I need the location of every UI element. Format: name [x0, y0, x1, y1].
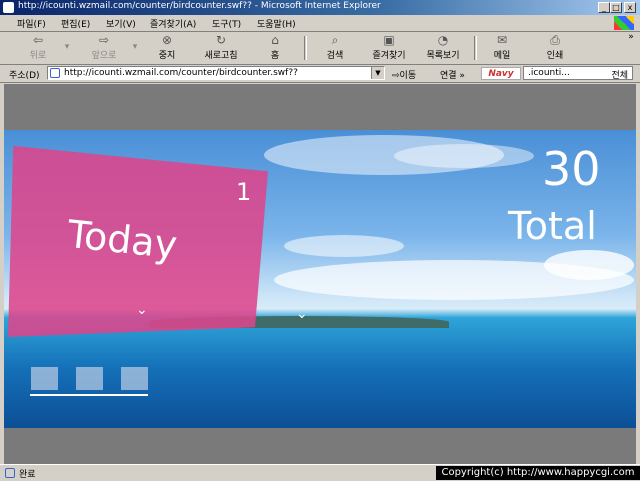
history-button[interactable]: ◔ 목록보기	[421, 34, 465, 62]
search-input-value: .icounti...	[528, 68, 570, 78]
menu-help[interactable]: 도움말(H)	[257, 17, 296, 30]
close-button[interactable]: x	[624, 2, 636, 13]
home-button[interactable]: ⌂ 홈	[262, 34, 288, 62]
forward-label: 앞으로	[91, 51, 117, 61]
back-button[interactable]: ⇦ 뒤로	[22, 34, 54, 62]
back-arrow-icon: ⇦	[32, 33, 44, 47]
stop-label: 중지	[158, 51, 176, 61]
menu-view[interactable]: 보기(V)	[106, 17, 136, 30]
toolbar-separator	[304, 36, 307, 60]
refresh-button[interactable]: ↻ 새로고침	[198, 34, 244, 62]
toolbar-separator	[474, 36, 477, 60]
counter-digit-slot	[31, 367, 58, 390]
bird-icon: ⌄	[136, 302, 148, 318]
address-url: http://icounti.wzmail.com/counter/birdco…	[64, 68, 298, 78]
page-icon	[50, 68, 60, 78]
window-title: http://icounti.wzmail.com/counter/birdco…	[18, 1, 381, 11]
menu-favorites[interactable]: 즐겨찾기(A)	[150, 17, 196, 30]
navy-logo[interactable]: Navy	[481, 67, 521, 80]
counter-digit-slot	[121, 367, 148, 390]
back-label: 뒤로	[29, 51, 47, 61]
total-count: 30	[542, 142, 601, 196]
go-label: 이동	[399, 71, 417, 81]
refresh-label: 새로고침	[204, 51, 238, 61]
mail-button[interactable]: ✉ 메일	[488, 34, 516, 62]
windows-logo-icon	[614, 16, 634, 30]
copyright-notice: Copyright(c) http://www.happycgi.com	[436, 466, 640, 480]
address-dropdown-icon[interactable]: ▼	[371, 67, 384, 79]
cloud-shape	[284, 235, 404, 257]
bird-icon: ⌄	[296, 306, 308, 322]
search-button[interactable]: ⌕ 검색	[320, 34, 350, 62]
home-label: 홈	[270, 51, 280, 61]
go-button[interactable]: ⇨이동	[392, 68, 416, 81]
menu-bar: 파일(F) 편집(E) 보기(V) 즐겨찾기(A) 도구(T) 도움말(H)	[0, 15, 640, 32]
mail-icon: ✉	[496, 33, 508, 47]
favorites-button[interactable]: ▣ 즐겨찾기	[366, 34, 412, 62]
refresh-icon: ↻	[215, 33, 227, 47]
ie-logo-icon	[3, 2, 14, 13]
toolbar-overflow-icon[interactable]: »	[626, 32, 636, 60]
home-icon: ⌂	[271, 33, 279, 47]
minimize-button[interactable]: _	[598, 2, 610, 13]
toolbar: ⇦ 뒤로 ▾ ⇨ 앞으로 ▾ ⊗ 중지 ↻ 새로고침 ⌂ 홈 ⌕ 검색 ▣ 즐겨…	[0, 32, 640, 65]
toolbar-search-input[interactable]: .icounti... 전체	[523, 66, 633, 81]
search-scope[interactable]: 전체	[611, 68, 628, 81]
mail-label: 메일	[493, 51, 511, 61]
stop-icon: ⊗	[161, 33, 173, 47]
history-icon: ◔	[437, 33, 449, 47]
cloud-shape	[544, 250, 634, 280]
status-text: 완료	[19, 470, 36, 480]
search-icon: ⌕	[331, 33, 339, 47]
stop-button[interactable]: ⊗ 중지	[152, 34, 182, 62]
counter-flash-scene[interactable]: Today 1 30 Total ⌄ ⌄	[4, 130, 636, 428]
digit-underline	[30, 394, 148, 396]
search-label: 검색	[326, 51, 344, 61]
address-input[interactable]: http://icounti.wzmail.com/counter/birdco…	[47, 66, 385, 80]
printer-icon: ⎙	[550, 33, 560, 47]
history-label: 목록보기	[426, 51, 460, 61]
print-label: 인쇄	[546, 51, 564, 61]
address-bar: 주소(D) http://icounti.wzmail.com/counter/…	[0, 65, 640, 83]
counter-digit-slot	[76, 367, 103, 390]
forward-arrow-icon: ⇨	[98, 33, 110, 47]
cloud-shape	[394, 144, 534, 168]
favorites-folder-icon: ▣	[383, 33, 395, 47]
page-content: Today 1 30 Total ⌄ ⌄	[4, 84, 636, 464]
page-status-icon	[5, 468, 15, 478]
print-button[interactable]: ⎙ 인쇄	[540, 34, 570, 62]
forward-button[interactable]: ⇨ 앞으로	[84, 34, 124, 62]
menu-tools[interactable]: 도구(T)	[212, 17, 241, 30]
address-label: 주소(D)	[9, 71, 40, 81]
menu-file[interactable]: 파일(F)	[17, 17, 46, 30]
favorites-label: 즐겨찾기	[372, 51, 406, 61]
links-button[interactable]: 연결 »	[440, 68, 465, 81]
total-label: Total	[508, 204, 597, 248]
title-bar: http://icounti.wzmail.com/counter/birdco…	[0, 0, 640, 15]
today-count: 1	[236, 178, 252, 206]
go-arrow-icon: ⇨	[392, 71, 400, 81]
maximize-button[interactable]: □	[610, 2, 622, 13]
menu-edit[interactable]: 편집(E)	[61, 17, 90, 30]
